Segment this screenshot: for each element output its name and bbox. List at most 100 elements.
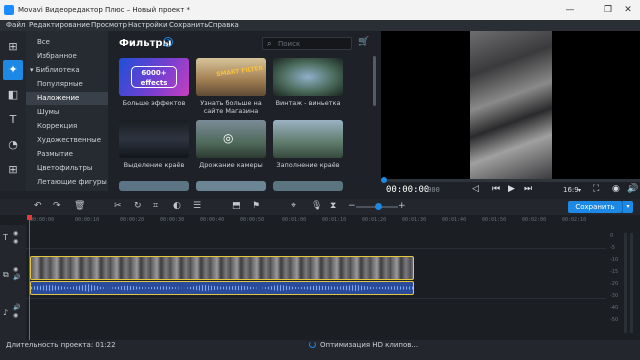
optimization-status: Оптимизация HD клипов...: [320, 341, 419, 349]
search-input[interactable]: [278, 39, 348, 49]
crop-frame-icon[interactable]: ⬒: [232, 201, 241, 211]
filter-tile[interactable]: [119, 181, 189, 191]
thumb-badge: 6000+ effects: [131, 66, 177, 88]
search-box[interactable]: ⌕: [262, 37, 352, 50]
audio-icon[interactable]: ⧗: [330, 201, 336, 211]
transitions-icon[interactable]: ◧: [3, 85, 23, 105]
menu-settings[interactable]: Настройки: [128, 21, 168, 29]
prev-frame-icon[interactable]: ⏮: [492, 184, 500, 194]
track-lock-icon[interactable]: ◉: [13, 312, 18, 319]
marker-icon[interactable]: ⚑: [252, 201, 260, 211]
meter-label: -5: [610, 245, 615, 251]
redo-icon[interactable]: ↷: [53, 201, 61, 211]
category-popular[interactable]: Популярные: [26, 78, 108, 91]
meter-label: -15: [610, 269, 619, 275]
zoom-in-icon[interactable]: +: [398, 201, 406, 211]
play-icon[interactable]: ▶: [508, 184, 515, 194]
snapshot-icon[interactable]: ◉: [612, 184, 620, 194]
close-button[interactable]: ✕: [618, 3, 638, 17]
panel-scrollbar[interactable]: [373, 56, 376, 106]
filter-categories: Все Избранное ▾ Библиотека Популярные На…: [26, 31, 108, 191]
track-lock-icon[interactable]: ◉: [13, 238, 18, 245]
filter-tile[interactable]: Выделение краёв: [119, 120, 189, 169]
category-all[interactable]: Все: [26, 36, 108, 49]
titles-icon[interactable]: T: [3, 110, 23, 130]
volume-icon[interactable]: 🔊: [627, 184, 638, 194]
timeline-ruler[interactable]: 00:00:00 00:00:10 00:00:20 00:00:30 00:0…: [0, 215, 640, 225]
playhead-handle[interactable]: [27, 215, 32, 220]
category-favorites[interactable]: Избранное: [26, 50, 108, 63]
fullscreen-icon[interactable]: ⛶: [593, 184, 599, 194]
menu-save[interactable]: Сохранить: [169, 21, 208, 29]
ruler-tick: 00:01:40: [442, 217, 467, 223]
track-divider: [26, 298, 606, 299]
category-noise[interactable]: Шумы: [26, 106, 108, 119]
preview-progress[interactable]: [381, 177, 640, 183]
stickers-icon[interactable]: ◔: [3, 135, 23, 155]
menu-bar: Файл Редактирование Просмотр Настройки С…: [0, 20, 640, 31]
category-flying-shapes[interactable]: Летающие фигуры: [26, 176, 108, 189]
filter-label: Заполнение краёв: [276, 161, 340, 169]
settings-icon[interactable]: ☰: [193, 201, 201, 211]
filter-thumbnail: 6000+ effects: [119, 58, 189, 96]
minimize-button[interactable]: —: [560, 3, 580, 17]
more-tools-icon[interactable]: ⊞: [3, 160, 23, 180]
timecode-ms: .000: [423, 186, 440, 194]
skip-back-icon[interactable]: ◁: [472, 184, 479, 194]
delete-icon[interactable]: 🗑: [74, 201, 85, 211]
save-dropdown-icon[interactable]: ▾: [622, 201, 633, 213]
filter-thumbnail: [196, 181, 266, 191]
menu-view[interactable]: Просмотр: [91, 21, 127, 29]
filter-thumbnail: ◎: [196, 120, 266, 158]
playhead[interactable]: [29, 215, 30, 340]
track-mute-icon[interactable]: 🔊: [13, 274, 20, 281]
filter-label: Узнать больше на сайте Магазина: [200, 99, 262, 115]
rotate-icon[interactable]: ↻: [134, 201, 142, 211]
aspect-chevron-icon[interactable]: ▾: [578, 187, 581, 194]
aspect-select[interactable]: 16:9: [563, 186, 579, 194]
mic-icon[interactable]: 🎙: [311, 201, 322, 211]
category-color-filters[interactable]: Цветофильтры: [26, 162, 108, 175]
category-correction[interactable]: Коррекция: [26, 120, 108, 133]
ruler-tick: 00:02:00: [522, 217, 547, 223]
progress-handle[interactable]: [381, 177, 387, 183]
save-button[interactable]: Сохранить: [568, 201, 622, 213]
filter-tile[interactable]: SMART FILTER Узнать больше на сайте Мага…: [196, 58, 266, 115]
crop-icon[interactable]: ⌗: [153, 201, 158, 211]
zoom-out-icon[interactable]: −: [348, 201, 356, 211]
category-library[interactable]: ▾ Библиотека: [26, 64, 108, 77]
category-artistic[interactable]: Художественные: [26, 134, 108, 147]
track-mute-icon[interactable]: 🔊: [13, 304, 20, 311]
filter-tile[interactable]: Винтаж - виньетка: [273, 58, 343, 107]
track-visibility-icon[interactable]: ◉: [13, 266, 18, 273]
meter-label: -10: [610, 257, 619, 263]
help-icon[interactable]: ?: [163, 37, 173, 47]
zoom-handle[interactable]: [375, 203, 382, 210]
undo-icon[interactable]: ↶: [34, 201, 42, 211]
menu-help[interactable]: Справка: [208, 21, 239, 29]
app-icon: [4, 5, 14, 15]
track-visibility-icon[interactable]: ◉: [13, 230, 18, 237]
text-track-icon: T: [3, 233, 8, 242]
cart-icon[interactable]: 🛒: [358, 37, 369, 47]
filter-tile[interactable]: ◎ Дрожание камеры: [196, 120, 266, 169]
category-blur[interactable]: Размытие: [26, 148, 108, 161]
filters-icon[interactable]: ✦: [3, 60, 23, 80]
video-clip[interactable]: [30, 256, 414, 280]
filter-tile[interactable]: [273, 181, 343, 191]
category-library-label: Библиотека: [35, 66, 80, 74]
import-icon[interactable]: ⊞: [3, 37, 23, 57]
filter-tile[interactable]: 6000+ effects Больше эффектов: [119, 58, 189, 107]
category-overlay[interactable]: Наложение: [26, 92, 108, 105]
filter-tile[interactable]: Заполнение краёв: [273, 120, 343, 169]
filter-tile[interactable]: [196, 181, 266, 191]
audio-clip[interactable]: [30, 281, 414, 295]
cut-icon[interactable]: ✂: [114, 201, 122, 211]
menu-file[interactable]: Файл: [6, 21, 25, 29]
music-track-icon: ♪: [3, 308, 9, 317]
color-icon[interactable]: ◐: [173, 201, 181, 211]
next-frame-icon[interactable]: ⏭: [524, 184, 532, 194]
menu-edit[interactable]: Редактирование: [29, 21, 90, 29]
location-icon[interactable]: ⌖: [291, 201, 296, 211]
maximize-button[interactable]: ❐: [598, 3, 618, 17]
